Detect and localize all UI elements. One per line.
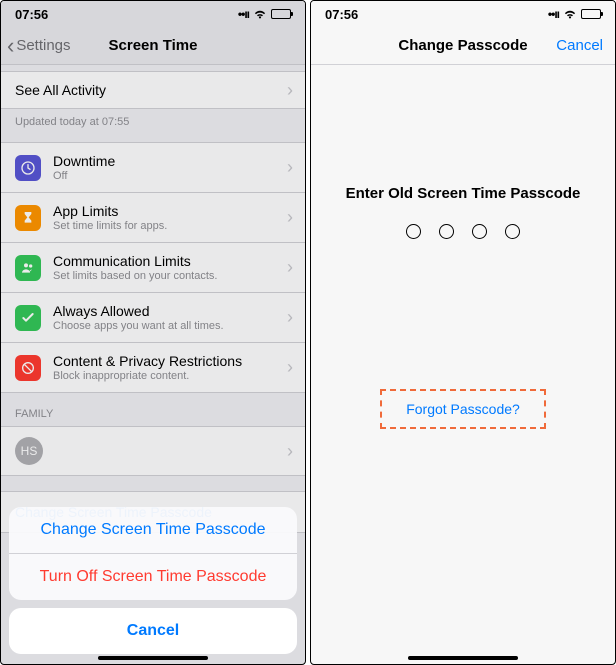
- action-sheet: Change Screen Time Passcode Turn Off Scr…: [9, 507, 297, 654]
- chevron-right-icon: ›: [287, 441, 293, 462]
- passcode-prompt: Enter Old Screen Time Passcode: [346, 185, 581, 202]
- row-sub: Choose apps you want at all times.: [53, 320, 224, 332]
- row-sub: Set limits based on your contacts.: [53, 270, 217, 282]
- screen-time-settings-screen: 07:56 ••ıı ‹ Settings Screen Time See Al…: [0, 0, 306, 665]
- chevron-right-icon: ›: [287, 307, 293, 328]
- communication-limits-row[interactable]: Communication Limits Set limits based on…: [1, 242, 305, 293]
- check-icon: [15, 305, 41, 331]
- page-title: Change Passcode: [398, 37, 527, 54]
- nav-bar: Change Passcode Cancel: [311, 27, 615, 65]
- row-sub: Off: [53, 170, 115, 182]
- row-sub: Block inappropriate content.: [53, 370, 242, 382]
- row-sub: Set time limits for apps.: [53, 220, 167, 232]
- row-title: App Limits: [53, 203, 167, 219]
- action-sheet-options: Change Screen Time Passcode Turn Off Scr…: [9, 507, 297, 600]
- passcode-entry-area: Enter Old Screen Time Passcode Forgot Pa…: [311, 65, 615, 429]
- row-title: Content & Privacy Restrictions: [53, 353, 242, 369]
- passcode-dot: [472, 224, 487, 239]
- cancel-button[interactable]: Cancel: [556, 37, 603, 54]
- chevron-left-icon: ‹: [7, 35, 14, 57]
- row-title: Downtime: [53, 153, 115, 169]
- forgot-passcode-link[interactable]: Forgot Passcode?: [406, 401, 520, 417]
- change-passcode-screen: 07:56 ••ıı Change Passcode Cancel Enter …: [310, 0, 616, 665]
- chevron-right-icon: ›: [287, 207, 293, 228]
- cellular-icon: ••ıı: [238, 7, 249, 21]
- settings-group: Downtime Off › App Limits Set time limit…: [1, 142, 305, 393]
- hourglass-icon: [15, 205, 41, 231]
- battery-icon: [271, 9, 291, 19]
- family-member-row[interactable]: HS ›: [1, 426, 305, 476]
- wifi-icon: [563, 7, 577, 22]
- content-privacy-row[interactable]: Content & Privacy Restrictions Block ina…: [1, 342, 305, 393]
- status-time: 07:56: [15, 7, 48, 22]
- avatar: HS: [15, 437, 43, 465]
- nav-bar: ‹ Settings Screen Time: [1, 27, 305, 65]
- status-icons: ••ıı: [548, 7, 601, 22]
- chevron-right-icon: ›: [287, 357, 293, 378]
- sheet-turn-off-passcode-button[interactable]: Turn Off Screen Time Passcode: [9, 554, 297, 600]
- passcode-dot: [505, 224, 520, 239]
- see-all-activity-row[interactable]: See All Activity ›: [1, 71, 305, 109]
- sheet-cancel-button[interactable]: Cancel: [9, 608, 297, 654]
- back-button[interactable]: ‹ Settings: [7, 35, 71, 57]
- status-bar: 07:56 ••ıı: [1, 1, 305, 27]
- passcode-dot: [439, 224, 454, 239]
- chevron-right-icon: ›: [287, 157, 293, 178]
- status-time: 07:56: [325, 7, 358, 22]
- wifi-icon: [253, 7, 267, 22]
- back-label: Settings: [16, 37, 70, 54]
- passcode-dot: [406, 224, 421, 239]
- status-bar: 07:56 ••ıı: [311, 1, 615, 27]
- page-title: Screen Time: [109, 37, 198, 54]
- passcode-dots: [406, 224, 520, 239]
- people-icon: [15, 255, 41, 281]
- downtime-row[interactable]: Downtime Off ›: [1, 142, 305, 193]
- row-title: Communication Limits: [53, 253, 217, 269]
- downtime-icon: [15, 155, 41, 181]
- always-allowed-row[interactable]: Always Allowed Choose apps you want at a…: [1, 292, 305, 343]
- chevron-right-icon: ›: [287, 257, 293, 278]
- see-all-label: See All Activity: [15, 82, 106, 98]
- no-entry-icon: [15, 355, 41, 381]
- sheet-change-passcode-button[interactable]: Change Screen Time Passcode: [9, 507, 297, 554]
- family-header: FAMILY: [1, 392, 305, 426]
- chevron-right-icon: ›: [287, 80, 293, 101]
- row-title: Always Allowed: [53, 303, 224, 319]
- updated-note: Updated today at 07:55: [1, 108, 305, 136]
- cellular-icon: ••ıı: [548, 7, 559, 21]
- home-indicator[interactable]: [98, 656, 208, 660]
- home-indicator[interactable]: [408, 656, 518, 660]
- battery-icon: [581, 9, 601, 19]
- app-limits-row[interactable]: App Limits Set time limits for apps. ›: [1, 192, 305, 243]
- forgot-passcode-highlight: Forgot Passcode?: [380, 389, 546, 429]
- status-icons: ••ıı: [238, 7, 291, 22]
